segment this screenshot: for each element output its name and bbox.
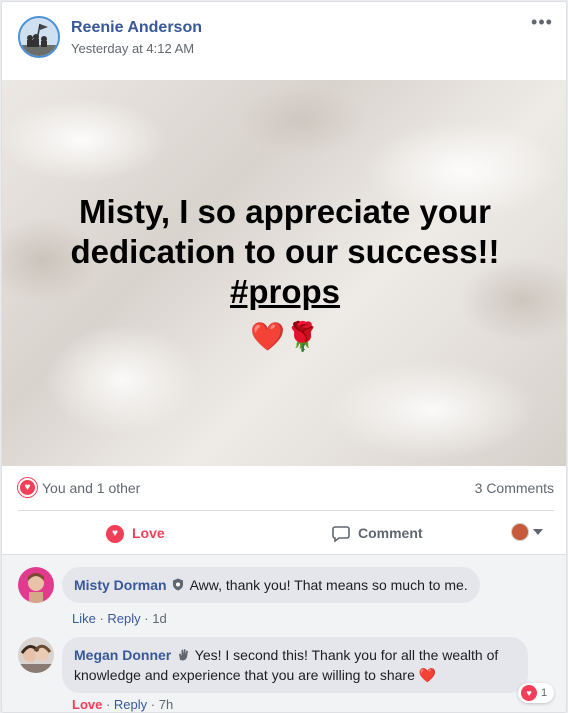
comment-count-link[interactable]: 3 Comments bbox=[475, 480, 554, 496]
love-reaction-icon[interactable]: ♥ bbox=[18, 478, 37, 497]
comment-meta: Like · Reply · 1d bbox=[72, 611, 167, 626]
heart-icon: ♥ bbox=[521, 685, 537, 701]
post-banner-image: Misty, I so appreciate your dedication t… bbox=[2, 80, 566, 466]
heart-icon: ♥ bbox=[106, 525, 124, 544]
shield-badge-icon bbox=[173, 578, 184, 591]
post-header: Reenie Anderson Yesterday at 4:12 AM ••• bbox=[18, 13, 554, 64]
audience-avatar bbox=[511, 523, 529, 541]
commenter-name[interactable]: Misty Dorman bbox=[74, 577, 167, 593]
comment-reaction-pill[interactable]: ♥ 1 bbox=[518, 683, 554, 703]
comments-section: Misty Dorman Aww, thank you! That means … bbox=[2, 554, 566, 712]
author-avatar[interactable] bbox=[18, 16, 60, 58]
reaction-summary-text[interactable]: You and 1 other bbox=[42, 480, 140, 496]
comment-item: Megan Donner Yes! I second this! Thank y… bbox=[18, 637, 554, 712]
caret-down-icon bbox=[533, 529, 543, 535]
commenter-avatar[interactable] bbox=[18, 637, 54, 673]
love-link[interactable]: Love bbox=[72, 697, 102, 712]
comment-text-line-1: Yes! I second this! Thank you for all th… bbox=[194, 647, 499, 663]
reactions-summary-row: ♥ You and 1 other 3 Comments bbox=[18, 477, 554, 499]
comment-time[interactable]: 1d bbox=[152, 611, 166, 626]
more-dots-icon[interactable]: ••• bbox=[530, 13, 554, 36]
comment-button-label: Comment bbox=[358, 525, 423, 541]
reaction-selector[interactable] bbox=[511, 523, 551, 545]
post-author-name[interactable]: Reenie Anderson bbox=[71, 19, 202, 37]
comment-button[interactable]: Comment bbox=[332, 519, 423, 547]
commenter-avatar[interactable] bbox=[18, 567, 54, 603]
banner-line-1: Misty, I so appreciate your bbox=[78, 193, 492, 230]
comment-bubble: Misty Dorman Aww, thank you! That means … bbox=[62, 567, 480, 603]
memorial-photo-icon bbox=[20, 18, 58, 56]
banner-message: Misty, I so appreciate your dedication t… bbox=[2, 192, 566, 312]
action-bar: ♥ Love Comment bbox=[18, 510, 554, 554]
comment-bubble: Megan Donner Yes! I second this! Thank y… bbox=[62, 637, 528, 693]
heart-rose-emoji: ❤️🌹 bbox=[250, 321, 320, 352]
commenter-name[interactable]: Megan Donner bbox=[74, 647, 171, 663]
like-link[interactable]: Like bbox=[72, 611, 96, 626]
person-avatar-icon bbox=[18, 567, 54, 603]
reply-link[interactable]: Reply bbox=[114, 697, 147, 712]
reply-link[interactable]: Reply bbox=[107, 611, 140, 626]
comment-text: Aww, thank you! That means so much to me… bbox=[189, 577, 468, 593]
comment-text-line-2: knowledge and experience that you are wi… bbox=[74, 667, 415, 683]
comment-meta: Love · Reply · 7h bbox=[72, 697, 174, 712]
heart-emoji: ❤️ bbox=[418, 667, 437, 683]
comment-time[interactable]: 7h bbox=[159, 697, 173, 712]
love-button-label: Love bbox=[132, 525, 165, 541]
speech-bubble-icon bbox=[332, 526, 350, 543]
post-timestamp[interactable]: Yesterday at 4:12 AM bbox=[71, 41, 194, 56]
reaction-count: 1 bbox=[541, 687, 548, 699]
comment-item: Misty Dorman Aww, thank you! That means … bbox=[18, 567, 554, 627]
post-card: Reenie Anderson Yesterday at 4:12 AM •••… bbox=[1, 1, 567, 713]
love-button[interactable]: ♥ Love bbox=[106, 519, 165, 547]
hashtag-link[interactable]: #props bbox=[230, 273, 340, 310]
person-avatar-icon bbox=[18, 637, 54, 673]
banner-line-2: dedication to our success!! bbox=[70, 233, 500, 270]
hand-badge-icon bbox=[179, 649, 189, 661]
